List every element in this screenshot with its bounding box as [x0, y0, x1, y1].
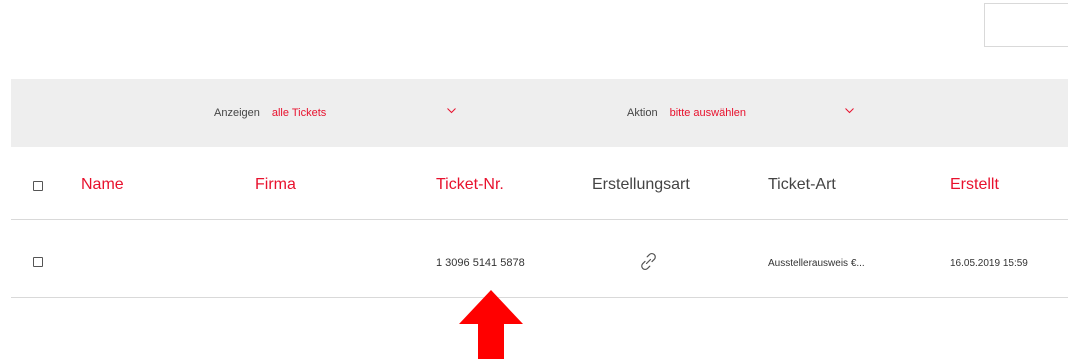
row-checkbox[interactable] — [33, 257, 43, 267]
chevron-down-icon[interactable] — [447, 108, 456, 116]
column-header-ticket-number[interactable]: Ticket-Nr. — [436, 176, 504, 194]
search-input[interactable] — [984, 3, 1068, 47]
action-filter-select[interactable]: bitte auswählen — [670, 107, 746, 119]
link-icon[interactable] — [636, 250, 660, 272]
cell-ticket-type: Ausstellerausweis €... — [768, 258, 865, 269]
table-header: Name Firma Ticket-Nr. Erstellungsart Tic… — [11, 148, 1068, 220]
show-filter-label: Anzeigen — [214, 107, 260, 119]
column-header-company[interactable]: Firma — [255, 176, 296, 194]
column-header-creation-type: Erstellungsart — [592, 176, 690, 193]
arrow-up-icon — [458, 290, 524, 359]
column-header-created[interactable]: Erstellt — [950, 176, 999, 194]
table-row[interactable]: 1 3096 5141 5878 Ausstellerausweis €... … — [11, 221, 1068, 298]
chevron-down-icon[interactable] — [845, 108, 854, 116]
select-all-checkbox[interactable] — [33, 181, 43, 191]
action-filter-label: Aktion — [627, 107, 658, 119]
cell-ticket-number[interactable]: 1 3096 5141 5878 — [436, 257, 525, 269]
column-header-ticket-type: Ticket-Art — [768, 176, 836, 193]
show-filter-select[interactable]: alle Tickets — [272, 107, 326, 119]
show-filter: Anzeigen alle Tickets — [214, 79, 326, 147]
column-header-name[interactable]: Name — [81, 176, 124, 194]
filter-bar: Anzeigen alle Tickets Aktion bitte auswä… — [11, 79, 1068, 147]
action-filter: Aktion bitte auswählen — [627, 79, 746, 147]
cell-created: 16.05.2019 15:59 — [950, 258, 1028, 269]
